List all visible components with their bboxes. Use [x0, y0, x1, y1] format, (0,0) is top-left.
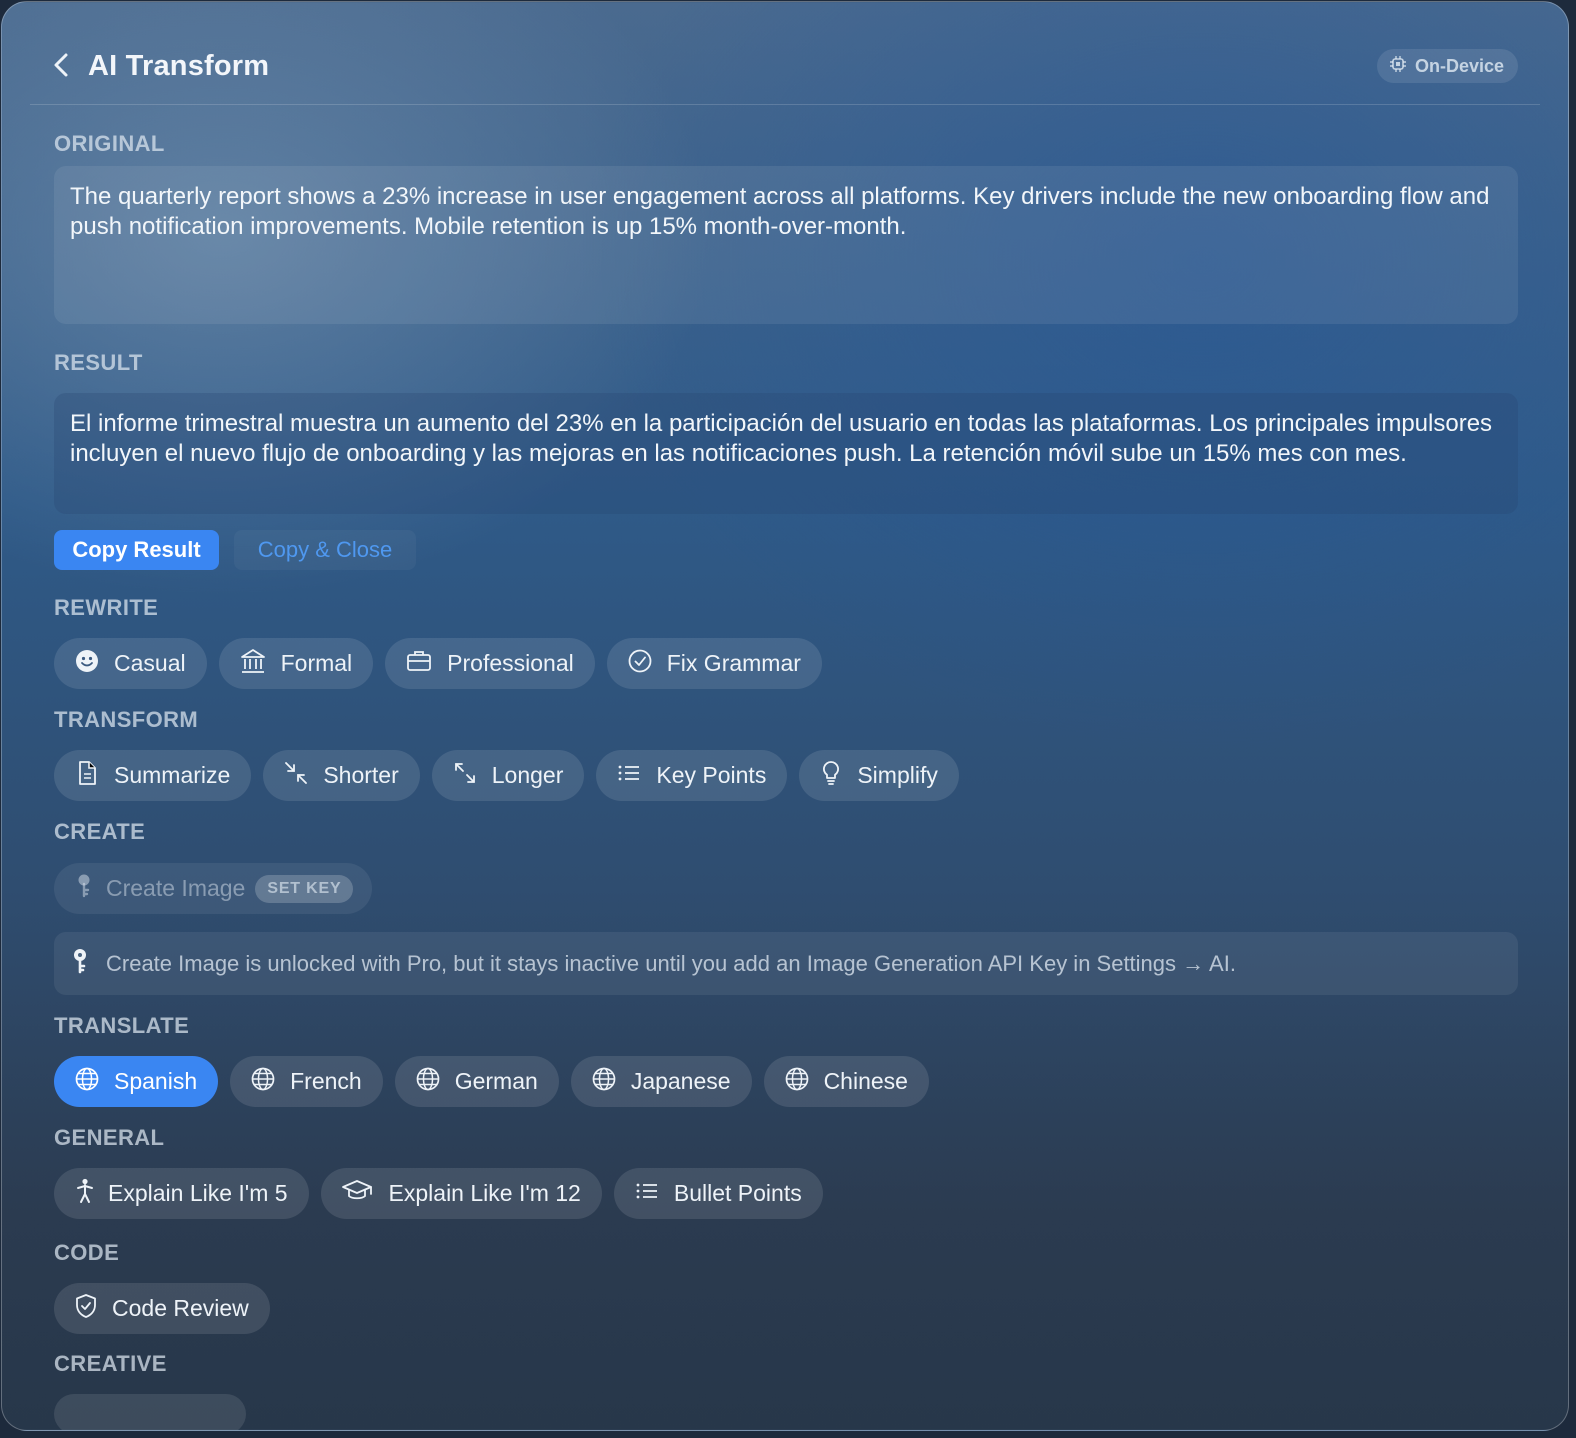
create-chips: Create Image SET KEY	[54, 863, 373, 914]
original-text-box[interactable]: The quarterly report shows a 23% increas…	[54, 166, 1518, 324]
code-label: CODE	[54, 1240, 120, 1265]
transform-chips: Summarize Shorter Longer Key Points Simp…	[54, 750, 959, 801]
chip-label: Chinese	[823, 1068, 908, 1094]
badge-label: On-Device	[1414, 55, 1504, 76]
back-chevron-icon[interactable]	[50, 50, 74, 80]
checkmark-circle-icon	[627, 648, 653, 680]
chip-label: Summarize	[114, 762, 231, 788]
rewrite-chips: Casual Formal Professional Fix Grammar	[54, 638, 822, 689]
general-bullet-points-button[interactable]: Bullet Points	[613, 1168, 823, 1219]
transform-shorter-button[interactable]: Shorter	[263, 750, 420, 801]
general-eli5-button[interactable]: Explain Like I'm 5	[54, 1168, 309, 1219]
set-key-tag: SET KEY	[255, 874, 354, 903]
shield-check-icon	[74, 1293, 98, 1325]
general-chips: Explain Like I'm 5 Explain Like I'm 12 B…	[54, 1168, 823, 1219]
copy-and-close-button[interactable]: Copy & Close	[234, 530, 416, 570]
chip-icon	[1389, 55, 1407, 78]
chip-label: Key Points	[656, 762, 767, 788]
creative-label: CREATIVE	[54, 1351, 167, 1376]
globe-icon	[591, 1066, 617, 1098]
transform-simplify-button[interactable]: Simplify	[799, 750, 959, 801]
ai-transform-window: AI Transform On-Device ORIGINAL The quar…	[1, 1, 1569, 1431]
globe-icon	[415, 1066, 441, 1098]
arrows-outward-icon	[452, 760, 478, 792]
key-icon	[70, 946, 90, 982]
chip-label: Code Review	[112, 1295, 249, 1321]
list-icon	[634, 1178, 660, 1210]
chip-label: Formal	[280, 650, 353, 676]
create-image-notice: Create Image is unlocked with Pro, but i…	[54, 932, 1518, 995]
code-review-button[interactable]: Code Review	[54, 1283, 270, 1334]
code-chips: Code Review	[54, 1283, 270, 1334]
chip-label: Casual	[114, 650, 186, 676]
on-device-badge: On-Device	[1376, 49, 1518, 83]
transform-label: TRANSFORM	[54, 707, 199, 732]
globe-icon	[74, 1066, 100, 1098]
copy-result-button[interactable]: Copy Result	[54, 530, 219, 570]
notice-text: Create Image is unlocked with Pro, but i…	[106, 950, 1236, 976]
create-image-button: Create Image SET KEY	[54, 863, 373, 914]
chip-label: Professional	[447, 650, 574, 676]
chip-label: Explain Like I'm 12	[388, 1180, 581, 1206]
arrows-inward-icon	[283, 760, 309, 792]
transform-longer-button[interactable]: Longer	[431, 750, 585, 801]
chip-label: Bullet Points	[673, 1180, 802, 1206]
graduation-cap-icon	[341, 1178, 373, 1210]
rewrite-professional-button[interactable]: Professional	[385, 638, 595, 689]
create-label: CREATE	[54, 819, 146, 844]
rewrite-label: REWRITE	[54, 595, 159, 620]
rewrite-casual-button[interactable]: Casual	[54, 638, 207, 689]
translate-chips: Spanish French German Japanese Chinese	[54, 1056, 929, 1107]
key-icon	[74, 872, 94, 906]
chip-label: Explain Like I'm 5	[108, 1180, 288, 1206]
rewrite-formal-button[interactable]: Formal	[218, 638, 374, 689]
result-label: RESULT	[54, 350, 143, 375]
building-columns-icon	[239, 647, 267, 681]
lightbulb-icon	[819, 759, 843, 793]
creative-chip-partial[interactable]	[54, 1394, 246, 1430]
chip-label: Shorter	[323, 762, 399, 788]
document-icon	[74, 759, 100, 793]
translate-label: TRANSLATE	[54, 1013, 190, 1038]
chip-label: Fix Grammar	[666, 650, 801, 676]
smiley-icon	[74, 648, 100, 680]
translate-japanese-button[interactable]: Japanese	[570, 1056, 752, 1107]
rewrite-fix-grammar-button[interactable]: Fix Grammar	[606, 638, 822, 689]
translate-spanish-button[interactable]: Spanish	[54, 1056, 219, 1107]
page-title: AI Transform	[88, 50, 270, 82]
translate-german-button[interactable]: German	[394, 1056, 559, 1107]
transform-summarize-button[interactable]: Summarize	[54, 750, 252, 801]
chip-label: German	[454, 1068, 538, 1094]
general-label: GENERAL	[54, 1125, 165, 1150]
translate-french-button[interactable]: French	[230, 1056, 383, 1107]
original-label: ORIGINAL	[54, 131, 165, 156]
chip-label: Simplify	[857, 762, 938, 788]
chip-label: Spanish	[114, 1068, 198, 1094]
briefcase-icon	[405, 647, 433, 681]
result-text-box[interactable]: El informe trimestral muestra un aumento…	[54, 393, 1518, 514]
list-icon	[616, 760, 642, 792]
globe-icon	[250, 1066, 276, 1098]
figure-walk-icon	[74, 1177, 96, 1211]
chip-label: Create Image	[106, 875, 246, 901]
chip-label: Japanese	[630, 1068, 731, 1094]
translate-chinese-button[interactable]: Chinese	[763, 1056, 929, 1107]
chip-label: French	[290, 1068, 362, 1094]
header: AI Transform On-Device	[30, 2, 1540, 105]
chip-label: Longer	[491, 762, 564, 788]
general-eli12-button[interactable]: Explain Like I'm 12	[320, 1168, 602, 1219]
globe-icon	[784, 1066, 810, 1098]
transform-key-points-button[interactable]: Key Points	[596, 750, 788, 801]
